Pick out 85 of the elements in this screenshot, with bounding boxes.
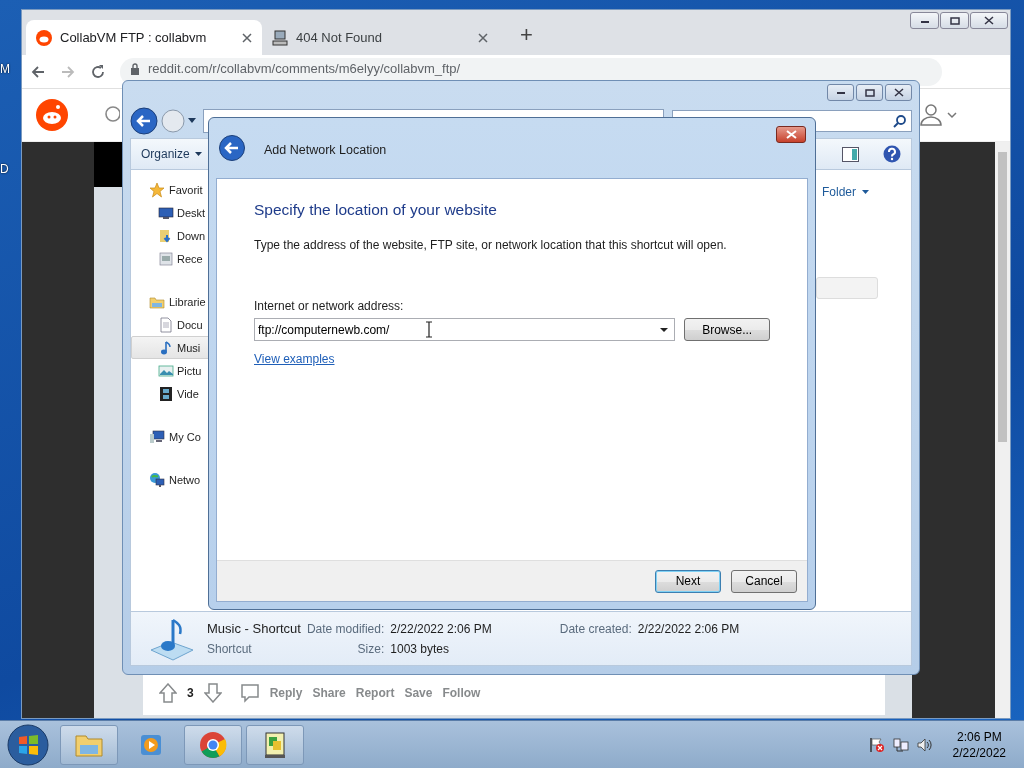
downvote-icon[interactable] [203, 682, 222, 703]
back-icon[interactable] [130, 107, 158, 135]
organize-menu[interactable]: Organize [141, 147, 202, 161]
minimize-icon[interactable] [827, 84, 854, 101]
nav-item[interactable]: Rece [131, 247, 211, 270]
post-action[interactable]: Share [312, 685, 346, 700]
nav-item[interactable]: Vide [131, 382, 211, 405]
caret-icon [194, 152, 202, 156]
dropdown-icon[interactable] [658, 326, 671, 333]
volume-icon[interactable] [916, 736, 933, 753]
picture-icon [158, 362, 174, 379]
close-icon[interactable] [242, 32, 252, 43]
file-name: Music - Shortcut [207, 621, 301, 636]
close-icon[interactable] [478, 32, 488, 43]
network-icon [149, 471, 165, 488]
dialog-heading: Specify the location of your website [254, 201, 498, 219]
cancel-button[interactable]: Cancel [731, 569, 797, 593]
vote-count: 3 [187, 685, 194, 700]
nav-item[interactable]: Librarie [131, 290, 211, 313]
view-examples-link[interactable]: View examples [254, 352, 335, 366]
reddit-logo-icon [36, 29, 52, 46]
user-menu-icon[interactable] [920, 104, 960, 126]
address-combobox[interactable]: ftp://computernewb.com/ [254, 318, 676, 341]
arrange-by-dropdown[interactable]: Folder [816, 184, 875, 200]
caret-icon [862, 190, 869, 194]
recent-icon [158, 250, 174, 267]
close-icon[interactable] [776, 126, 806, 143]
music-icon [158, 339, 174, 356]
browse-button[interactable]: Browse... [684, 318, 770, 341]
dialog-title: Add Network Location [264, 143, 387, 157]
upvote-icon[interactable] [159, 682, 177, 703]
search-icon[interactable] [104, 105, 120, 125]
nav-item[interactable]: Netwo [131, 468, 211, 491]
desktop-icon-label[interactable]: M [0, 62, 10, 76]
item-highlight [816, 277, 878, 299]
close-icon[interactable] [970, 12, 1008, 29]
back-icon[interactable] [218, 134, 246, 162]
field-label: Date created: [559, 622, 632, 636]
app-taskbar-icon[interactable] [246, 724, 304, 765]
nav-item[interactable]: My Co [131, 425, 211, 448]
reddit-logo-icon[interactable] [36, 99, 68, 131]
field-value: 1003 bytes [390, 642, 450, 656]
computer-icon [149, 428, 165, 445]
nav-item[interactable]: Docu [131, 313, 211, 336]
browser-tab[interactable]: CollabVM FTP : collabvm [26, 20, 262, 55]
field-label: Internet or network address: [254, 299, 405, 313]
field-label: Date modified: [306, 622, 385, 636]
video-icon [158, 385, 174, 402]
flag-icon[interactable] [868, 736, 885, 753]
start-button[interactable] [6, 722, 50, 767]
desktop-icon [158, 204, 174, 221]
document-icon [158, 316, 174, 333]
field-value: 2/22/2022 2:06 PM [390, 622, 492, 636]
reload-icon[interactable] [90, 63, 106, 80]
dropdown-icon[interactable] [188, 118, 196, 124]
nav-item[interactable]: Deskt [131, 201, 211, 224]
scrollbar[interactable] [995, 142, 1010, 718]
browser-tab[interactable]: 404 Not Found [262, 20, 498, 55]
clock[interactable]: 2:06 PM 2/22/2022 [952, 729, 1006, 760]
field-label: Size: [356, 642, 385, 656]
nav-item[interactable]: Pictu [131, 359, 211, 382]
star-icon [149, 181, 165, 198]
instruction-text: Type the address of the website, FTP site, or network location that this shortcut will open. [254, 238, 728, 252]
next-button[interactable]: Next [655, 569, 721, 593]
close-icon[interactable] [885, 84, 912, 101]
chrome-taskbar-icon[interactable] [184, 724, 242, 765]
nav-item[interactable]: Down [131, 224, 211, 247]
help-icon[interactable] [883, 145, 901, 163]
nav-item[interactable]: Musi [131, 336, 211, 359]
text-cursor-icon [425, 321, 433, 338]
computer-icon [272, 29, 288, 46]
file-type: Shortcut [207, 642, 253, 656]
maximize-icon[interactable] [940, 12, 969, 29]
network-icon[interactable] [892, 736, 909, 753]
lock-icon [130, 62, 140, 75]
nav-item[interactable]: Favorit [131, 178, 211, 201]
preview-pane-icon[interactable] [842, 146, 859, 162]
maximize-icon[interactable] [856, 84, 883, 101]
field-value: 2/22/2022 2:06 PM [637, 622, 740, 636]
comment-icon [239, 682, 260, 703]
search-icon [893, 114, 907, 128]
desktop-icon-label[interactable]: D [0, 162, 9, 176]
minimize-icon[interactable] [910, 12, 939, 29]
back-icon[interactable] [30, 63, 46, 80]
new-tab-button[interactable]: + [514, 21, 539, 49]
